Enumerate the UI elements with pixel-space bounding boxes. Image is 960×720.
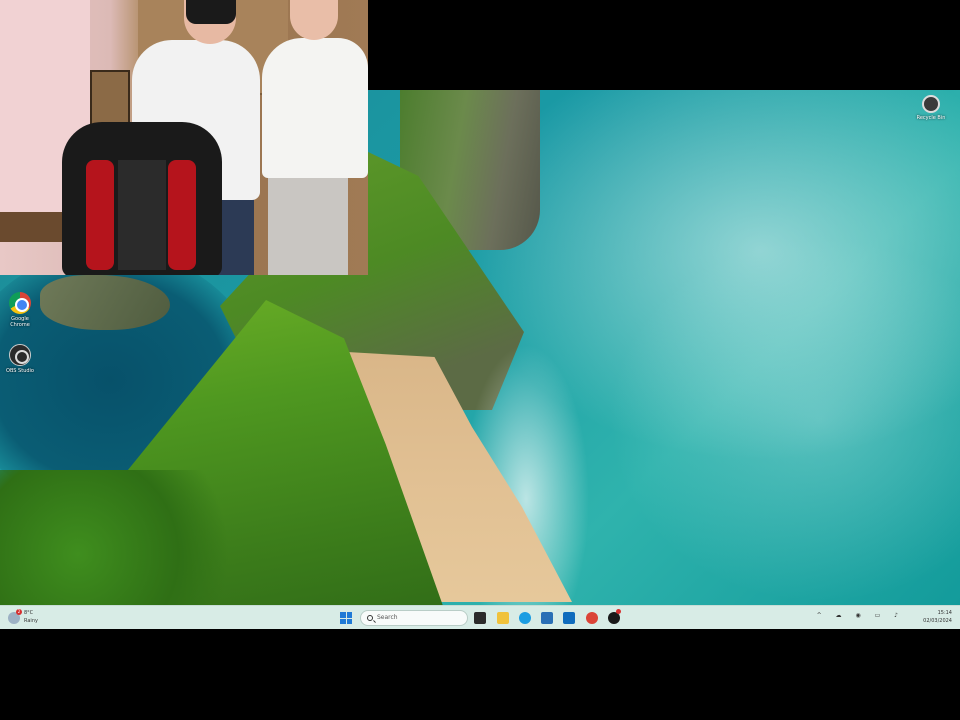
desktop-icon-label: OBS Studio — [6, 368, 34, 374]
webcam-overlay — [0, 0, 368, 275]
taskbar: 2 8°C Rainy Search ^ ☁ ◉ ▭ ♪ 15:14 02/03… — [0, 605, 960, 629]
recycle-bin-icon — [922, 95, 940, 113]
outlook-icon[interactable] — [563, 612, 575, 624]
webcam-person-2-head — [290, 0, 338, 40]
taskbar-clock[interactable]: 15:14 02/03/2024 — [912, 609, 952, 625]
search-icon — [367, 615, 373, 621]
desktop-icon-label: Recycle Bin — [916, 115, 946, 121]
weather-description: Rainy — [24, 618, 38, 624]
windows-logo-icon — [346, 612, 352, 618]
weather-widget[interactable]: 2 8°C Rainy — [8, 609, 68, 627]
windows-logo-icon — [340, 618, 346, 624]
desktop-icon-obs[interactable]: OBS Studio — [4, 344, 36, 374]
system-tray[interactable]: ^ ☁ ◉ ▭ ♪ — [817, 612, 904, 619]
start-button[interactable] — [340, 612, 352, 624]
task-view-icon[interactable] — [474, 612, 486, 624]
clock-time: 15:14 — [937, 610, 952, 616]
webcam-person-2-legs — [268, 170, 348, 275]
weather-temperature: 8°C — [24, 610, 34, 616]
gaming-chair-stripe — [168, 160, 196, 270]
webcam-person-1-hat — [186, 0, 236, 24]
windows-logo-icon — [340, 612, 346, 618]
taskbar-search-box[interactable]: Search — [360, 610, 468, 626]
microsoft-store-icon[interactable] — [541, 612, 553, 624]
notification-badge: 2 — [16, 609, 22, 615]
webcam-person-2 — [262, 38, 368, 178]
obs-icon — [9, 344, 31, 366]
search-placeholder: Search — [377, 614, 398, 621]
chrome-taskbar-icon[interactable] — [586, 612, 598, 624]
clock-date: 02/03/2024 — [923, 618, 952, 624]
chrome-icon — [9, 292, 31, 314]
gaming-chair-center — [118, 160, 166, 270]
edge-icon[interactable] — [519, 612, 531, 624]
file-explorer-icon[interactable] — [497, 612, 509, 624]
desktop-icon-recycle-bin[interactable]: Recycle Bin — [914, 95, 948, 121]
gaming-chair-stripe — [86, 160, 114, 270]
obs-recording-indicator — [616, 609, 621, 614]
wallpaper-leaves — [0, 470, 260, 605]
desktop-icon-chrome[interactable]: Google Chrome — [4, 292, 36, 328]
windows-logo-icon — [346, 618, 352, 624]
desktop-icon-label: Google Chrome — [10, 316, 30, 328]
